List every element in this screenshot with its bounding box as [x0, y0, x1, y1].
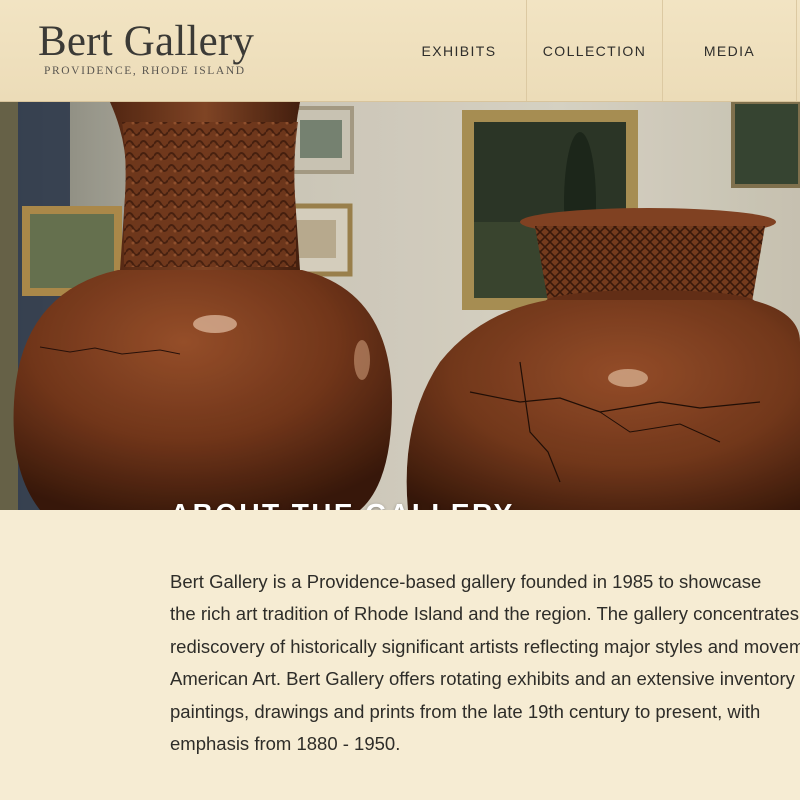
about-line: emphasis from 1880 - 1950. — [170, 733, 401, 755]
main-nav: EXHIBITS COLLECTION MEDIA — [392, 0, 796, 101]
site-logo[interactable]: Bert Gallery PROVIDENCE, RHODE ISLAND — [38, 18, 255, 78]
about-line: rediscovery of historically significant … — [170, 635, 800, 657]
about-line: American Art. Bert Gallery offers rotati… — [170, 668, 800, 690]
nav-divider — [796, 0, 797, 101]
hero-banner: ABOUT THE GALLERY — [0, 102, 800, 510]
logo-subtitle: PROVIDENCE, RHODE ISLAND — [44, 65, 246, 77]
nav-media[interactable]: MEDIA — [662, 0, 796, 101]
about-line: the rich art tradition of Rhode Island a… — [170, 603, 800, 625]
nav-collection[interactable]: COLLECTION — [526, 0, 662, 101]
logo-title: Bert Gallery — [38, 18, 255, 65]
site-header: Bert Gallery PROVIDENCE, RHODE ISLAND EX… — [0, 0, 800, 102]
hero-image — [0, 102, 800, 510]
about-text: Bert Gallery is a Providence-based galle… — [170, 566, 800, 760]
about-line: Bert Gallery is a Providence-based galle… — [170, 571, 762, 592]
nav-exhibits[interactable]: EXHIBITS — [392, 0, 526, 101]
about-line: paintings, drawings and prints from the … — [170, 700, 761, 722]
hero-title: ABOUT THE GALLERY — [170, 498, 515, 510]
